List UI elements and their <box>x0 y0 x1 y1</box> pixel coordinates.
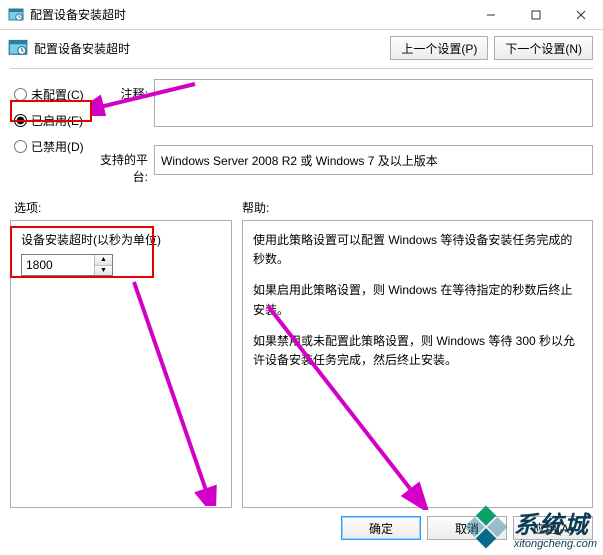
split-panels: 设备安装超时(以秒为单位) ▲ ▼ 使用此策略设置可以配置 Windows 等待… <box>0 220 603 508</box>
options-panel: 设备安装超时(以秒为单位) ▲ ▼ <box>10 220 232 508</box>
divider <box>10 68 593 69</box>
platform-box: Windows Server 2008 R2 或 Windows 7 及以上版本 <box>154 145 593 175</box>
next-setting-button[interactable]: 下一个设置(N) <box>494 36 593 60</box>
help-p2: 如果启用此策略设置，则 Windows 在等待指定的秒数后终止安装。 <box>253 281 582 319</box>
timeout-option-label: 设备安装超时(以秒为单位) <box>21 231 221 248</box>
radio-not-configured-label: 未配置(C) <box>31 86 84 103</box>
policy-title: 配置设备安装超时 <box>34 40 390 57</box>
radio-disabled-input[interactable] <box>14 140 27 153</box>
platform-value: Windows Server 2008 R2 或 Windows 7 及以上版本 <box>161 154 438 168</box>
radio-enabled[interactable]: 已启用(E) <box>14 107 94 133</box>
cancel-button[interactable]: 取消 <box>427 516 507 540</box>
help-panel: 使用此策略设置可以配置 Windows 等待设备安装任务完成的秒数。 如果启用此… <box>242 220 593 508</box>
spinner-buttons: ▲ ▼ <box>94 255 112 275</box>
fields-column: 注释: 支持的平台: Windows Server 2008 R2 或 Wind… <box>94 75 593 191</box>
options-header-row: 选项: 帮助: <box>0 191 603 220</box>
header-row: 配置设备安装超时 上一个设置(P) 下一个设置(N) <box>0 30 603 64</box>
help-p1: 使用此策略设置可以配置 Windows 等待设备安装任务完成的秒数。 <box>253 231 582 269</box>
comment-label: 注释: <box>94 79 154 102</box>
options-header: 选项: <box>14 199 242 216</box>
timeout-input[interactable] <box>22 255 94 275</box>
close-button[interactable] <box>558 0 603 29</box>
policy-icon <box>8 38 28 58</box>
window-icon <box>8 7 24 23</box>
ok-button[interactable]: 确定 <box>341 516 421 540</box>
maximize-button[interactable] <box>513 0 558 29</box>
radio-not-configured[interactable]: 未配置(C) <box>14 81 94 107</box>
minimize-button[interactable] <box>468 0 513 29</box>
config-area: 未配置(C) 已启用(E) 已禁用(D) 注释: 支持的平台: Windows … <box>0 75 603 191</box>
help-header: 帮助: <box>242 199 593 216</box>
previous-setting-button[interactable]: 上一个设置(P) <box>390 36 488 60</box>
spinner-up-button[interactable]: ▲ <box>95 255 112 266</box>
spinner-down-button[interactable]: ▼ <box>95 266 112 276</box>
radio-enabled-input[interactable] <box>14 114 27 127</box>
title-bar: 配置设备安装超时 <box>0 0 603 30</box>
radio-disabled-label: 已禁用(D) <box>31 138 84 155</box>
help-p3: 如果禁用或未配置此策略设置，则 Windows 等待 300 秒以允许设备安装任… <box>253 332 582 370</box>
comment-textarea[interactable] <box>154 79 593 127</box>
radio-group: 未配置(C) 已启用(E) 已禁用(D) <box>14 75 94 191</box>
apply-button[interactable]: 应用(A) <box>513 516 593 540</box>
window-controls <box>468 0 603 29</box>
timeout-spinner[interactable]: ▲ ▼ <box>21 254 113 276</box>
radio-enabled-label: 已启用(E) <box>31 112 83 129</box>
platform-label: 支持的平台: <box>94 145 154 185</box>
footer-buttons: 确定 取消 应用(A) <box>0 508 603 540</box>
window-title: 配置设备安装超时 <box>30 6 468 23</box>
radio-disabled[interactable]: 已禁用(D) <box>14 133 94 159</box>
radio-not-configured-input[interactable] <box>14 88 27 101</box>
